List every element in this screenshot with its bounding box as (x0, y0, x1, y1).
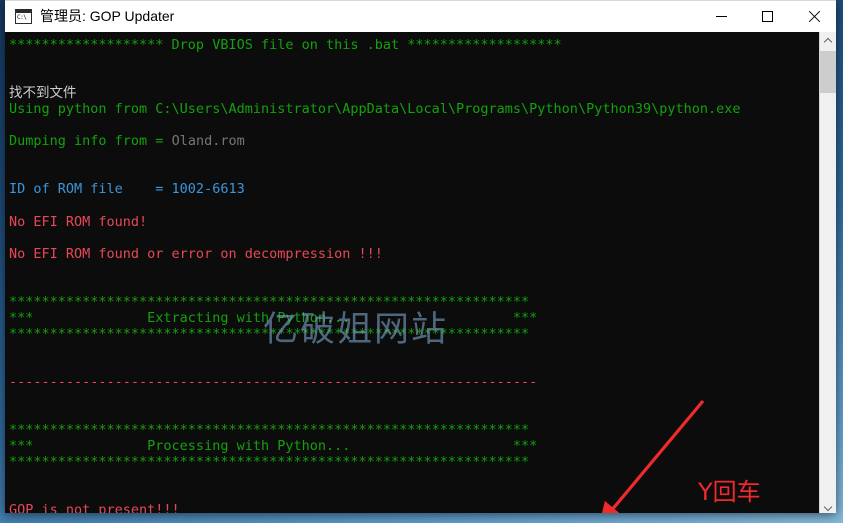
minimize-icon (715, 16, 727, 17)
console-line: ******************* Drop VBIOS file on t… (9, 37, 562, 53)
console-body: ******************* Drop VBIOS file on t… (5, 32, 836, 513)
close-icon (807, 10, 820, 23)
console-line: ****************************************… (9, 293, 530, 310)
console-line: *** Processing with Python... *** (9, 438, 538, 455)
console-line: Using python from C:\Users\Administrator… (9, 101, 741, 118)
console-line: *** Extracting with Python... *** (9, 309, 538, 326)
console-line: Dumping info from = Oland.rom (9, 133, 819, 149)
console-window: C:\ 管理员: GOP Updater *******************… (5, 0, 836, 513)
scroll-up-arrow[interactable] (820, 32, 836, 49)
console-line: ****************************************… (9, 422, 530, 439)
chevron-down-icon (825, 502, 832, 509)
console-line: ****************************************… (9, 325, 530, 342)
console-output[interactable]: ******************* Drop VBIOS file on t… (5, 32, 819, 513)
minimize-button[interactable] (698, 1, 744, 32)
vertical-scrollbar[interactable] (819, 32, 836, 513)
desktop-background: C:\ 管理员: GOP Updater *******************… (0, 0, 843, 523)
scroll-thumb[interactable] (820, 51, 836, 93)
console-window-icon: C:\ (15, 9, 32, 24)
close-button[interactable] (790, 1, 836, 32)
chevron-up-icon (825, 37, 832, 44)
window-controls (698, 1, 836, 32)
scroll-down-arrow[interactable] (820, 497, 836, 513)
icon-cmd-text: C:\ (17, 14, 27, 21)
console-line: ****************************************… (9, 454, 530, 471)
console-line-head: Dumping info from = (9, 133, 172, 150)
window-titlebar[interactable]: C:\ 管理员: GOP Updater (5, 0, 836, 32)
console-line: No EFI ROM found or error on decompressi… (9, 245, 383, 262)
console-line: ID of ROM file = 1002-6613 (9, 181, 245, 198)
maximize-button[interactable] (744, 1, 790, 32)
console-line: No EFI ROM found! (9, 213, 148, 230)
console-line: 找不到文件 (9, 85, 77, 102)
console-line-tail: Oland.rom (171, 133, 245, 150)
console-line: ----------------------------------------… (9, 373, 538, 390)
window-title: 管理员: GOP Updater (40, 8, 175, 24)
maximize-icon (761, 11, 773, 22)
annotation-label: Y回车 (698, 478, 761, 506)
